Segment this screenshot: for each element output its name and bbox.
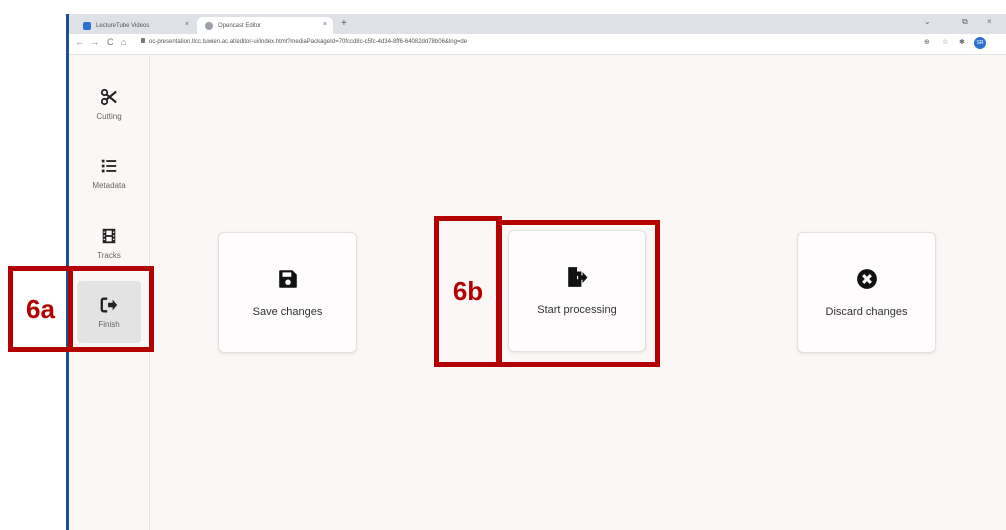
url-text: oc-presentation.ltcc.tuwien.ac.at/editor… xyxy=(149,39,468,45)
tab-label: LectureTube Videos xyxy=(96,22,150,29)
url-field[interactable]: oc-presentation.ltcc.tuwien.ac.at/editor… xyxy=(141,38,467,45)
star-icon[interactable]: ☆ xyxy=(942,38,948,46)
discard-changes-button[interactable]: Discard changes xyxy=(797,232,936,353)
tab-strip: LectureTube Videos × Opencast Editor × +… xyxy=(69,14,1006,34)
avatar[interactable]: SR xyxy=(974,37,986,49)
sidebar-item-label: Cutting xyxy=(96,111,122,121)
close-icon[interactable]: × xyxy=(323,21,327,28)
close-window-icon[interactable]: × xyxy=(987,17,992,26)
avatar-initials: SR xyxy=(976,40,984,46)
tab-lecturetube[interactable]: LectureTube Videos × xyxy=(75,17,195,34)
sidebar-item-tracks[interactable]: Tracks xyxy=(77,212,141,274)
home-icon[interactable]: ⌂ xyxy=(121,37,126,47)
lock-icon xyxy=(141,38,145,43)
chevron-down-icon[interactable]: ⌄ xyxy=(924,17,931,26)
back-icon[interactable]: ← xyxy=(75,37,84,47)
annotation-label-6b: 6b xyxy=(452,276,484,306)
sidebar-item-metadata[interactable]: Metadata xyxy=(77,142,141,204)
translate-icon[interactable]: ⊕ xyxy=(924,38,930,46)
address-bar: ← → C ⌂ oc-presentation.ltcc.tuwien.ac.a… xyxy=(69,34,1006,55)
film-icon xyxy=(102,228,116,243)
save-changes-button[interactable]: Save changes xyxy=(218,232,357,353)
close-icon[interactable]: × xyxy=(185,21,189,28)
extensions-icon[interactable]: ✱ xyxy=(959,38,965,46)
discard-changes-label: Discard changes xyxy=(825,305,908,318)
save-icon xyxy=(278,269,297,288)
forward-icon[interactable]: → xyxy=(90,37,99,47)
sidebar-item-label: Metadata xyxy=(92,180,126,190)
restore-window-icon[interactable]: ⧉ xyxy=(962,17,968,27)
reload-icon[interactable]: C xyxy=(107,37,114,47)
annotation-box-6a-target xyxy=(68,266,154,352)
annotation-box-6b-target xyxy=(496,220,660,367)
sidebar-item-cutting[interactable]: Cutting xyxy=(77,73,141,135)
opencast-favicon xyxy=(205,21,213,30)
list-icon xyxy=(101,159,117,172)
new-tab-button[interactable]: + xyxy=(341,18,347,29)
sidebar-item-label: Tracks xyxy=(97,250,121,260)
annotation-label-6a: 6a xyxy=(26,293,55,324)
tab-opencast-editor[interactable]: Opencast Editor × xyxy=(197,17,333,34)
save-changes-label: Save changes xyxy=(252,305,323,318)
times-circle-icon xyxy=(856,268,877,289)
scissors-icon xyxy=(100,88,117,105)
tab-label: Opencast Editor xyxy=(218,22,262,29)
lecturetube-favicon xyxy=(83,21,91,30)
